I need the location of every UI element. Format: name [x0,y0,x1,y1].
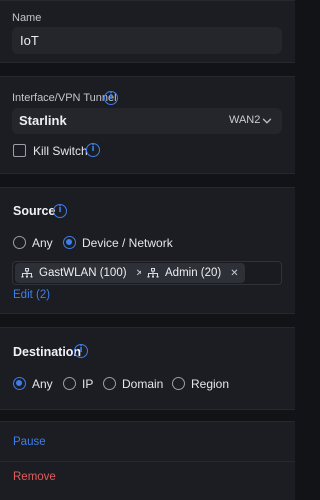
network-icon [21,268,33,278]
pause-button[interactable]: Pause [13,436,46,448]
source-device-network-label[interactable]: Device / Network [82,236,173,250]
destination-region-radio[interactable] [172,377,185,390]
remove-chip-icon[interactable]: ✕ [230,268,238,279]
destination-info-icon[interactable]: i [74,344,88,358]
kill-switch-info-icon[interactable]: i [86,143,100,157]
source-card: Source i Any Device / Network GastWLAN (… [0,187,295,314]
source-any-radio[interactable] [13,236,26,249]
destination-domain-radio[interactable] [103,377,116,390]
source-chip[interactable]: GastWLAN (100) ✕ [15,263,150,283]
source-edit-link[interactable]: Edit (2) [13,289,50,301]
destination-region-label[interactable]: Region [191,377,229,391]
name-label: Name [12,12,42,24]
source-info-icon[interactable]: i [53,204,67,218]
remove-button[interactable]: Remove [13,471,56,483]
destination-title: Destination [13,345,82,359]
actions-card: Pause Remove [0,421,295,500]
source-chips-field[interactable]: GastWLAN (100) ✕ Admin (20) ✕ [12,261,282,285]
name-card: Name IoT [0,0,295,63]
actions-divider [0,461,295,462]
destination-domain-label[interactable]: Domain [122,377,163,391]
source-chip[interactable]: Admin (20) ✕ [141,263,245,283]
tunnel-selected-value: Starlink [19,113,67,128]
source-any-label[interactable]: Any [32,236,53,250]
chevron-down-icon [262,118,272,124]
name-value: IoT [20,33,39,48]
destination-ip-label[interactable]: IP [82,377,93,391]
tunnel-select[interactable]: Starlink WAN2 [12,108,282,134]
tunnel-label: Interface/VPN Tunnel [12,92,117,104]
kill-switch-checkbox[interactable] [13,144,26,157]
destination-any-radio[interactable] [13,377,26,390]
destination-card: Destination i Any IP Domain Region [0,327,295,410]
tunnel-info-icon[interactable]: i [104,91,118,105]
tunnel-wan-label: WAN2 [229,114,261,126]
source-title: Source [13,204,56,218]
tunnel-card: Interface/VPN Tunnel i Starlink WAN2 Kil… [0,76,295,174]
network-icon [147,268,159,278]
destination-any-label[interactable]: Any [32,377,53,391]
source-chip-label: Admin (20) [165,267,222,279]
source-device-network-radio[interactable] [63,236,76,249]
name-field[interactable]: IoT [12,27,282,54]
kill-switch-label: Kill Switch [33,144,88,158]
destination-ip-radio[interactable] [63,377,76,390]
source-chip-label: GastWLAN (100) [39,267,127,279]
